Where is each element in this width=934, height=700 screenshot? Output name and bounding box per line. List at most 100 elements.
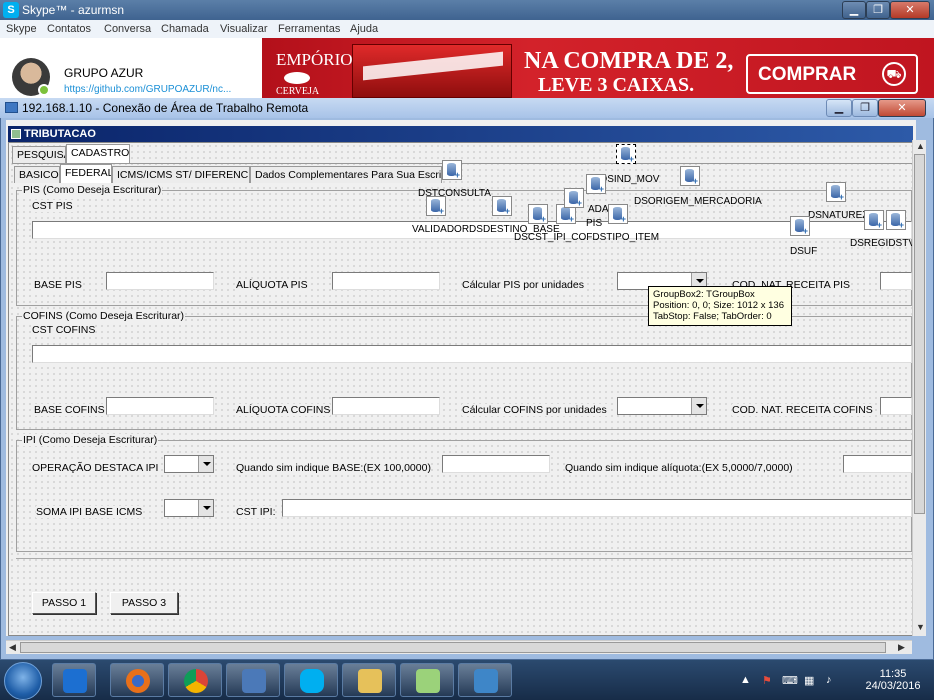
- skype-menu-bar: Skype Contatos Conversa Chamada Visualiz…: [0, 20, 934, 38]
- menu-ajuda[interactable]: Ajuda: [350, 23, 378, 35]
- vertical-scroll-thumb[interactable]: [914, 154, 925, 514]
- taskbar-firefox[interactable]: [110, 663, 164, 697]
- aliquota-pis-label: ALÍQUOTA PIS: [236, 279, 308, 291]
- operacao-ipi-select[interactable]: [164, 455, 214, 473]
- quando-aliquota-label: Quando sim indique alíquota:(EX 5,0000/7…: [565, 462, 793, 474]
- ad-buy-label: COMPRAR: [758, 64, 857, 85]
- tab-federal[interactable]: FEDERAL: [60, 164, 112, 183]
- chevron-down-icon: [198, 456, 213, 472]
- volume-icon[interactable]: ♪: [826, 674, 832, 686]
- scroll-left-icon[interactable]: ◀: [9, 642, 16, 653]
- ad-headline-1: NA COMPRA DE 2,: [524, 48, 734, 74]
- menu-ferramentas[interactable]: Ferramentas: [278, 23, 340, 35]
- show-hidden-icons-icon[interactable]: ▲: [740, 674, 751, 686]
- base-ipi-input[interactable]: [442, 455, 550, 473]
- maximize-button[interactable]: ❐: [866, 1, 890, 19]
- datasource-icon[interactable]: [492, 196, 512, 216]
- profile-link[interactable]: https://github.com/GRUPOAZUR/nc...: [64, 84, 231, 95]
- skype-icon: S: [3, 2, 19, 18]
- clock-date: 24/03/2016: [865, 680, 921, 692]
- menu-chamada[interactable]: Chamada: [161, 23, 209, 35]
- system-clock[interactable]: 11:35 24/03/2016: [858, 668, 928, 692]
- calc-cofins-select[interactable]: [617, 397, 707, 415]
- taskbar-chrome[interactable]: [168, 663, 222, 697]
- cst-cofins-field[interactable]: [32, 345, 912, 363]
- tab-pesquisa[interactable]: PESQUISA: [12, 146, 66, 163]
- aliquota-ipi-input[interactable]: [843, 455, 912, 473]
- datasource-icon[interactable]: [442, 160, 462, 180]
- tab-dados-complementares[interactable]: Dados Complementares Para Sua Escritura: [250, 166, 442, 183]
- menu-conversa[interactable]: Conversa: [104, 23, 151, 35]
- datasource-icon[interactable]: [586, 174, 606, 194]
- network-icon[interactable]: ▦: [804, 674, 814, 687]
- rdp-close-button[interactable]: ✕: [878, 99, 926, 117]
- cod-nat-pis-input[interactable]: [880, 272, 912, 290]
- rdp-restore-button[interactable]: ❐: [852, 99, 878, 117]
- tab-icms[interactable]: ICMS/ICMS ST/ DIFERENCIAL: [112, 166, 250, 183]
- base-cofins-input[interactable]: [106, 397, 214, 415]
- passo-1-button[interactable]: PASSO 1: [32, 592, 96, 614]
- datasource-icon[interactable]: [886, 210, 906, 230]
- rdp-title-bar: 192.168.1.10 - Conexão de Área de Trabal…: [0, 98, 934, 118]
- aliquota-cofins-input[interactable]: [332, 397, 440, 415]
- base-pis-input[interactable]: [106, 272, 214, 290]
- menu-visualizar[interactable]: Visualizar: [220, 23, 268, 35]
- tab-basico[interactable]: BASICO: [14, 166, 60, 183]
- cod-nat-cofins-input[interactable]: [880, 397, 912, 415]
- taskbar-media-player[interactable]: [52, 663, 96, 697]
- datasource-icon[interactable]: [864, 210, 884, 230]
- menu-contatos[interactable]: Contatos: [47, 23, 91, 35]
- taskbar-remote-desktop[interactable]: [226, 663, 280, 697]
- scroll-up-icon[interactable]: ▲: [916, 141, 925, 151]
- datasource-icon[interactable]: [608, 204, 628, 224]
- aliquota-pis-input[interactable]: [332, 272, 440, 290]
- cst-ipi-input[interactable]: [282, 499, 912, 517]
- clock-time: 11:35: [879, 668, 907, 680]
- datasource-icon[interactable]: [528, 204, 548, 224]
- presence-online-icon: [38, 84, 50, 96]
- datasource-icon[interactable]: [790, 216, 810, 236]
- taskbar-image-viewer[interactable]: [458, 663, 512, 697]
- chrome-icon: [184, 669, 208, 693]
- ad-headline-2: LEVE 3 CAIXAS.: [538, 74, 695, 96]
- ad-banner[interactable]: EMPÓRIO CERVEJA NA COMPRA DE 2, LEVE 3 C…: [262, 38, 934, 98]
- separator: [16, 558, 912, 559]
- horizontal-scroll-thumb[interactable]: [20, 642, 886, 653]
- datasource-icon[interactable]: [564, 188, 584, 208]
- rdp-minimize-button[interactable]: ▁: [826, 99, 852, 117]
- scroll-down-icon[interactable]: ▼: [916, 622, 925, 632]
- menu-skype[interactable]: Skype: [6, 23, 37, 35]
- folder-icon: [358, 669, 382, 693]
- taskbar-explorer[interactable]: [342, 663, 396, 697]
- tooltip-line-2: Position: 0, 0; Size: 1012 x 136: [653, 300, 784, 311]
- passo-3-button[interactable]: PASSO 3: [110, 592, 178, 614]
- firefox-icon: [126, 669, 150, 693]
- cofins-group-label: COFINS (Como Deseja Escriturar): [22, 310, 186, 322]
- taskbar-skype[interactable]: [284, 663, 338, 697]
- base-pis-label: BASE PIS: [34, 279, 82, 291]
- ds-label-dsuf: DSUF: [790, 246, 818, 257]
- datasource-icon[interactable]: [616, 144, 636, 164]
- security-flag-icon[interactable]: ⚑: [762, 674, 772, 687]
- ad-buy-button[interactable]: COMPRAR ⛟: [746, 54, 918, 94]
- ad-brand-sub: CERVEJA: [276, 86, 320, 97]
- tooltip-line-3: TabStop: False; TabOrder: 0: [653, 311, 772, 322]
- keyboard-icon[interactable]: ⌨: [782, 674, 798, 687]
- soma-ipi-select[interactable]: [164, 499, 214, 517]
- taskbar-notepad[interactable]: [400, 663, 454, 697]
- cst-pis-label: CST PIS: [32, 200, 73, 212]
- ipi-group-label: IPI (Como Deseja Escriturar): [22, 434, 159, 446]
- scroll-right-icon[interactable]: ▶: [898, 642, 905, 653]
- close-button[interactable]: ✕: [890, 1, 930, 19]
- cst-cofins-label: CST COFINS: [32, 324, 96, 336]
- start-button[interactable]: [4, 662, 42, 700]
- vertical-scrollbar[interactable]: ▲ ▼: [912, 140, 926, 636]
- datasource-icon[interactable]: [680, 166, 700, 186]
- tooltip-line-1: GroupBox2: TGroupBox: [653, 289, 755, 300]
- datasource-icon[interactable]: [826, 182, 846, 202]
- component-hint-tooltip: GroupBox2: TGroupBox Position: 0, 0; Siz…: [648, 286, 792, 326]
- horizontal-scrollbar[interactable]: ◀ ▶: [6, 640, 912, 654]
- minimize-button[interactable]: ▁: [842, 1, 866, 19]
- datasource-icon[interactable]: [426, 196, 446, 216]
- tab-cadastro[interactable]: CADASTRO: [66, 144, 130, 163]
